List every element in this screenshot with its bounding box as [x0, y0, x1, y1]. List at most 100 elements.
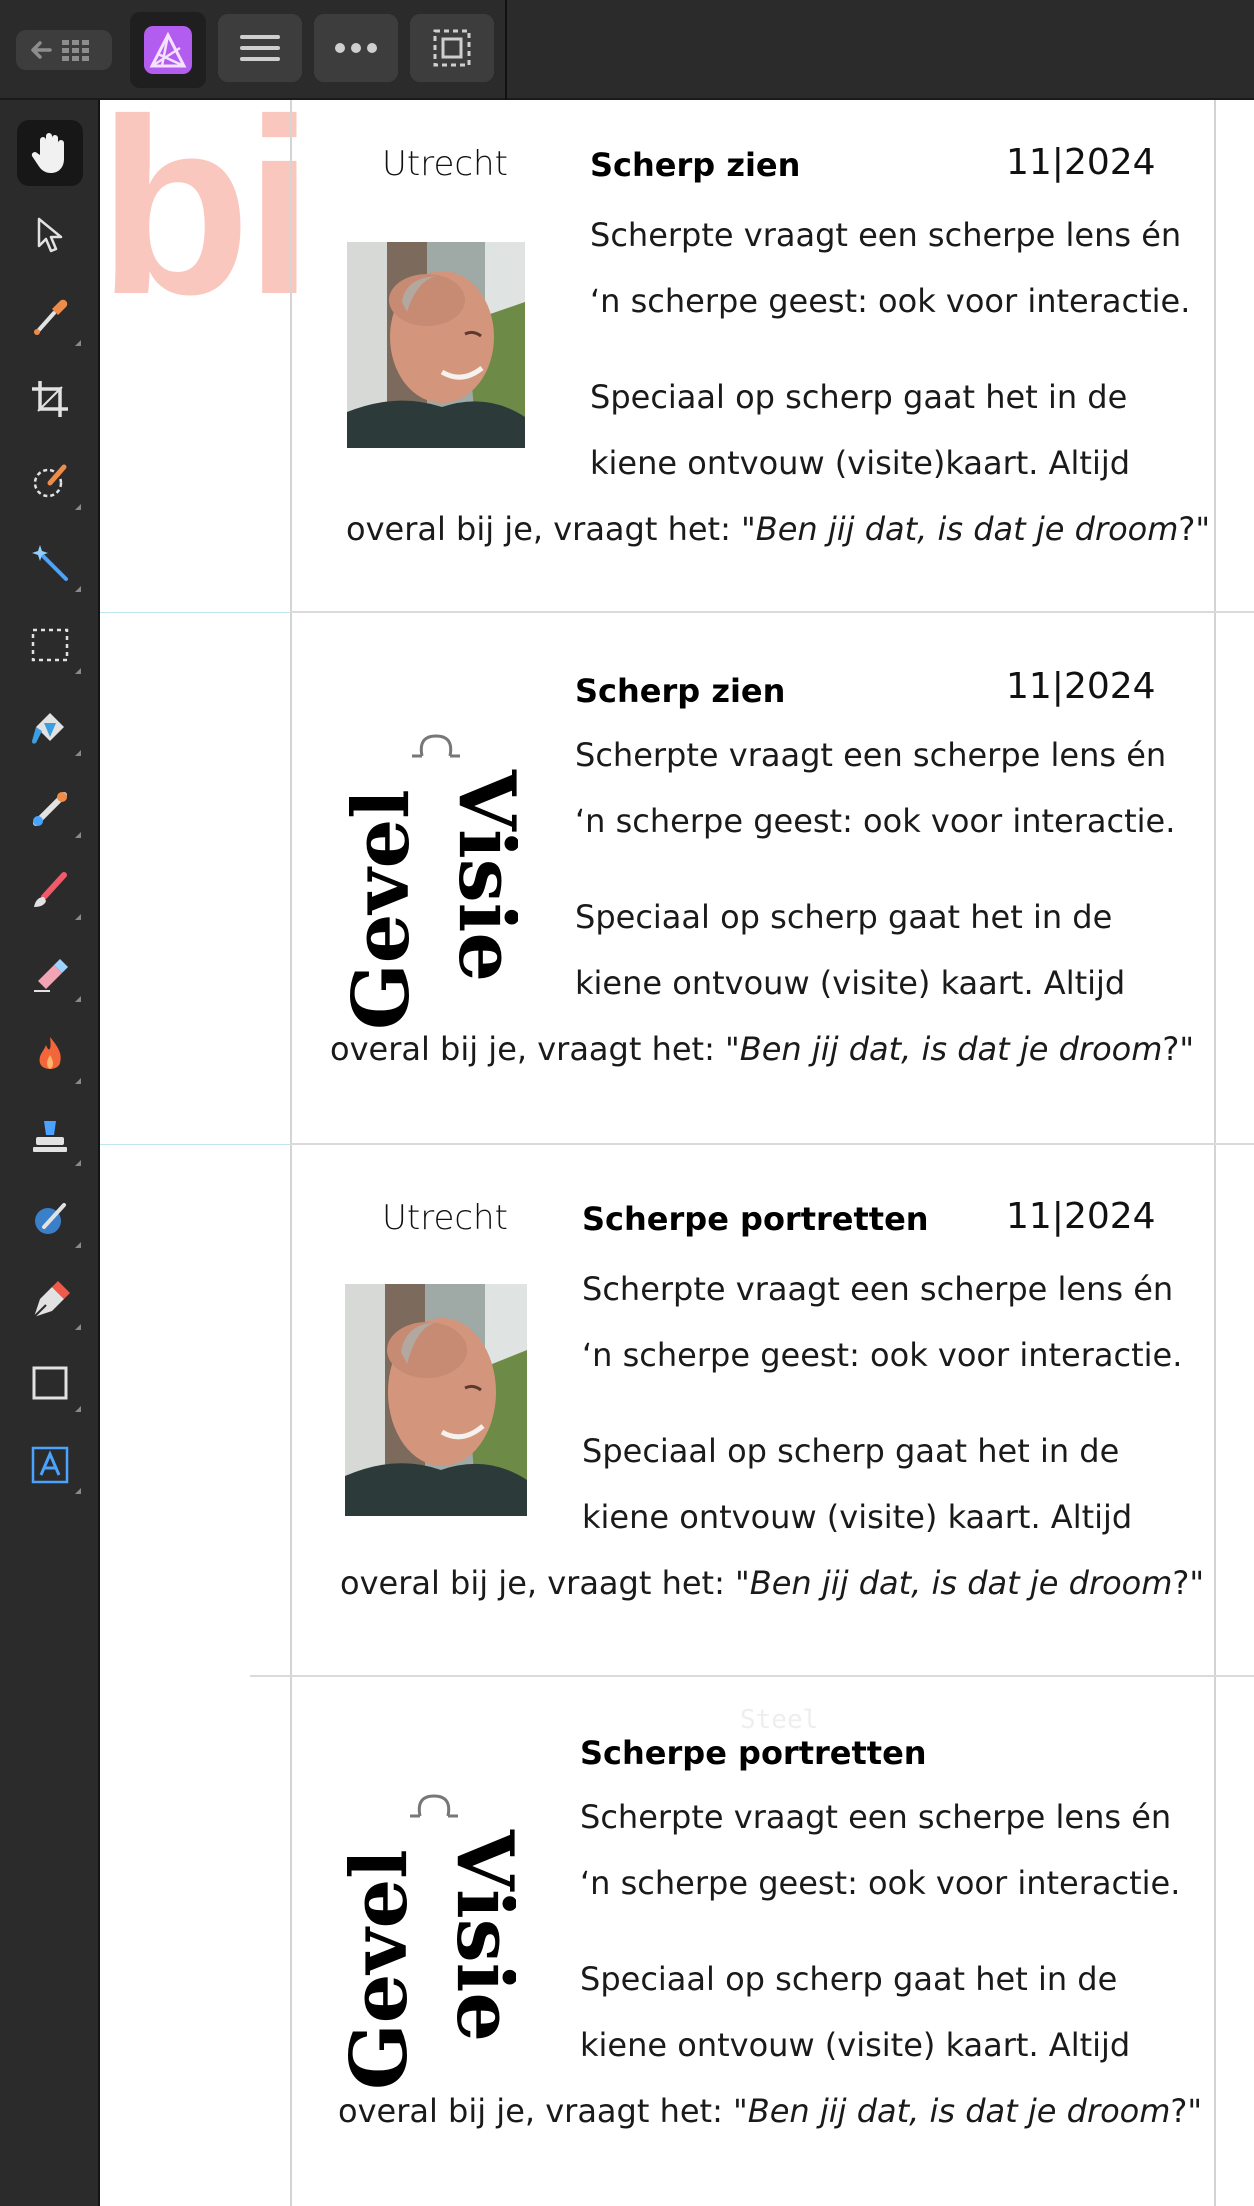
gevel-visie-logo: Gevel Visie: [346, 1794, 516, 2090]
card-title: Scherp zien: [590, 146, 801, 184]
document-canvas[interactable]: bi Steel Utrecht Scherp zien 11|2024 Sch…: [100, 100, 1254, 2206]
card-city: Utrecht: [382, 1198, 508, 1238]
card-date: 11|2024: [1006, 142, 1156, 183]
card-text-line: Speciaal op scherp gaat het in de: [575, 898, 1113, 936]
text-tool[interactable]: [17, 1432, 83, 1498]
card-text-line: ‘n scherpe geest: ook voor interactie.: [582, 1336, 1183, 1374]
more-dots-icon: [335, 43, 377, 53]
card-text-line: ‘n scherpe geest: ook voor interactie.: [575, 802, 1176, 840]
card-text-line: Scherpte vraagt een scherpe lens én: [575, 736, 1167, 774]
card-divider: [290, 611, 1254, 613]
logo-word-visie: Visie: [439, 1829, 516, 2042]
card-text-quote-line: overal bij je, vraagt het: "Ben jij dat,…: [346, 496, 1210, 562]
gradient-icon: [33, 792, 67, 826]
background-letters: bi: [100, 100, 314, 346]
guide-line: [100, 612, 290, 613]
card-text-quote-line: overal bij je, vraagt het: "Ben jij dat,…: [340, 1550, 1204, 1616]
rectangle-tool[interactable]: [17, 1350, 83, 1416]
gevel-visie-logo: Gevel Visie: [348, 734, 518, 1030]
card-text-line: Speciaal op scherp gaat het in de: [582, 1432, 1120, 1470]
hamburger-menu-icon: [240, 35, 280, 61]
card-text-line: ‘n scherpe geest: ook voor interactie.: [580, 1864, 1181, 1902]
marquee-tool[interactable]: [17, 612, 83, 678]
quote-end: ?": [1178, 510, 1211, 548]
move-tool[interactable]: [17, 202, 83, 268]
retouch-icon: [35, 1203, 66, 1234]
eraser-icon: [34, 959, 68, 992]
affinity-photo-icon: [144, 26, 192, 74]
paint-bucket-icon: [32, 713, 64, 744]
card-text-line: Speciaal op scherp gaat het in de: [580, 1960, 1118, 1998]
quote-end: ?": [1172, 1564, 1205, 1602]
quote-italic: Ben jij dat, is dat je droom: [749, 1564, 1173, 1602]
paint-brush-tool[interactable]: [17, 858, 83, 924]
card-title: Scherpe portretten: [582, 1200, 929, 1238]
tools-panel: [0, 100, 100, 2206]
card-city: Utrecht: [382, 144, 508, 184]
card-divider: [290, 1143, 1254, 1145]
card-title: Scherp zien: [575, 672, 786, 710]
portrait-photo: [347, 242, 525, 448]
more-options-button[interactable]: [314, 14, 398, 82]
flame-icon: [39, 1037, 61, 1069]
pointer-icon: [37, 217, 63, 253]
card-text-line: Scherpte vraagt een scherpe lens én: [582, 1270, 1174, 1308]
marquee-icon: [31, 628, 69, 662]
flood-select-tool[interactable]: [17, 530, 83, 596]
rectangle-icon: [32, 1366, 68, 1400]
logo-word-visie: Visie: [441, 769, 518, 982]
back-arrow-grid-icon: [31, 40, 89, 61]
quote-italic: Ben jij dat, is dat je droom: [747, 2092, 1171, 2130]
card-text-line: ‘n scherpe geest: ook voor interactie.: [590, 282, 1191, 320]
hand-tool[interactable]: [17, 120, 83, 186]
crop-tool[interactable]: [17, 366, 83, 432]
card-text-line: kiene ontvouw (visite) kaart. Altijd: [582, 1498, 1133, 1536]
main-menu-button[interactable]: [218, 14, 302, 82]
quote-lead: overal bij je, vraagt het:: [346, 510, 742, 548]
card-text-quote-line: overal bij je, vraagt het: "Ben jij dat,…: [330, 1016, 1194, 1082]
card-date: 11|2024: [1006, 1196, 1156, 1237]
eyedropper-icon: [34, 299, 68, 335]
gradient-tool[interactable]: [17, 776, 83, 842]
crop-icon: [32, 381, 68, 417]
toolbar-divider: [505, 0, 507, 100]
card-text-quote-line: overal bij je, vraagt het: "Ben jij dat,…: [338, 2078, 1202, 2144]
guide-line: [100, 1144, 290, 1145]
color-picker-tool[interactable]: [17, 284, 83, 350]
selection-mode-icon: [433, 29, 471, 67]
dodge-burn-tool[interactable]: [17, 1022, 83, 1088]
pen-nib-icon: [33, 1281, 70, 1318]
quote-end: ?": [1170, 2092, 1203, 2130]
back-to-documents-button[interactable]: [16, 30, 112, 70]
card-text-line: kiene ontvouw (visite)kaart. Altijd: [590, 444, 1131, 482]
clone-stamp-icon: [33, 1121, 67, 1152]
card-text-line: Scherpte vraagt een scherpe lens én: [580, 1798, 1172, 1836]
top-toolbar: [0, 0, 1254, 100]
magic-wand-icon: [32, 545, 68, 581]
logo-word-gevel: Gevel: [346, 1849, 425, 2090]
app-menu-button[interactable]: [130, 12, 206, 88]
quote-italic: Ben jij dat, is dat je droom: [739, 1030, 1163, 1068]
quote-lead: overal bij je, vraagt het: ": [340, 1564, 750, 1602]
erase-brush-tool[interactable]: [17, 940, 83, 1006]
flood-fill-tool[interactable]: [17, 694, 83, 760]
logo-word-gevel: Gevel: [348, 789, 427, 1030]
retouch-tool[interactable]: [17, 1186, 83, 1252]
selection-mode-button[interactable]: [410, 14, 494, 82]
card-divider: [250, 1675, 1254, 1677]
card-date: 11|2024: [1006, 666, 1156, 707]
card-text-line: Speciaal op scherp gaat het in de: [590, 378, 1128, 416]
pen-tool[interactable]: [17, 1268, 83, 1334]
page-edge-right: [1214, 100, 1216, 2206]
hand-icon: [31, 133, 65, 173]
page-edge-left: [290, 100, 292, 2206]
quote-lead: overal bij je, vraagt het: ": [330, 1030, 740, 1068]
quote-lead: overal bij je, vraagt het: ": [338, 2092, 748, 2130]
quote-italic: "Ben jij dat, is dat je droom: [741, 510, 1179, 548]
clone-tool[interactable]: [17, 1104, 83, 1170]
card-text-line: Scherpte vraagt een scherpe lens én: [590, 216, 1182, 254]
portrait-photo: [345, 1284, 527, 1516]
artistic-text-icon: [31, 1446, 69, 1484]
card-text-line: kiene ontvouw (visite) kaart. Altijd: [575, 964, 1126, 1002]
selection-brush-tool[interactable]: [17, 448, 83, 514]
